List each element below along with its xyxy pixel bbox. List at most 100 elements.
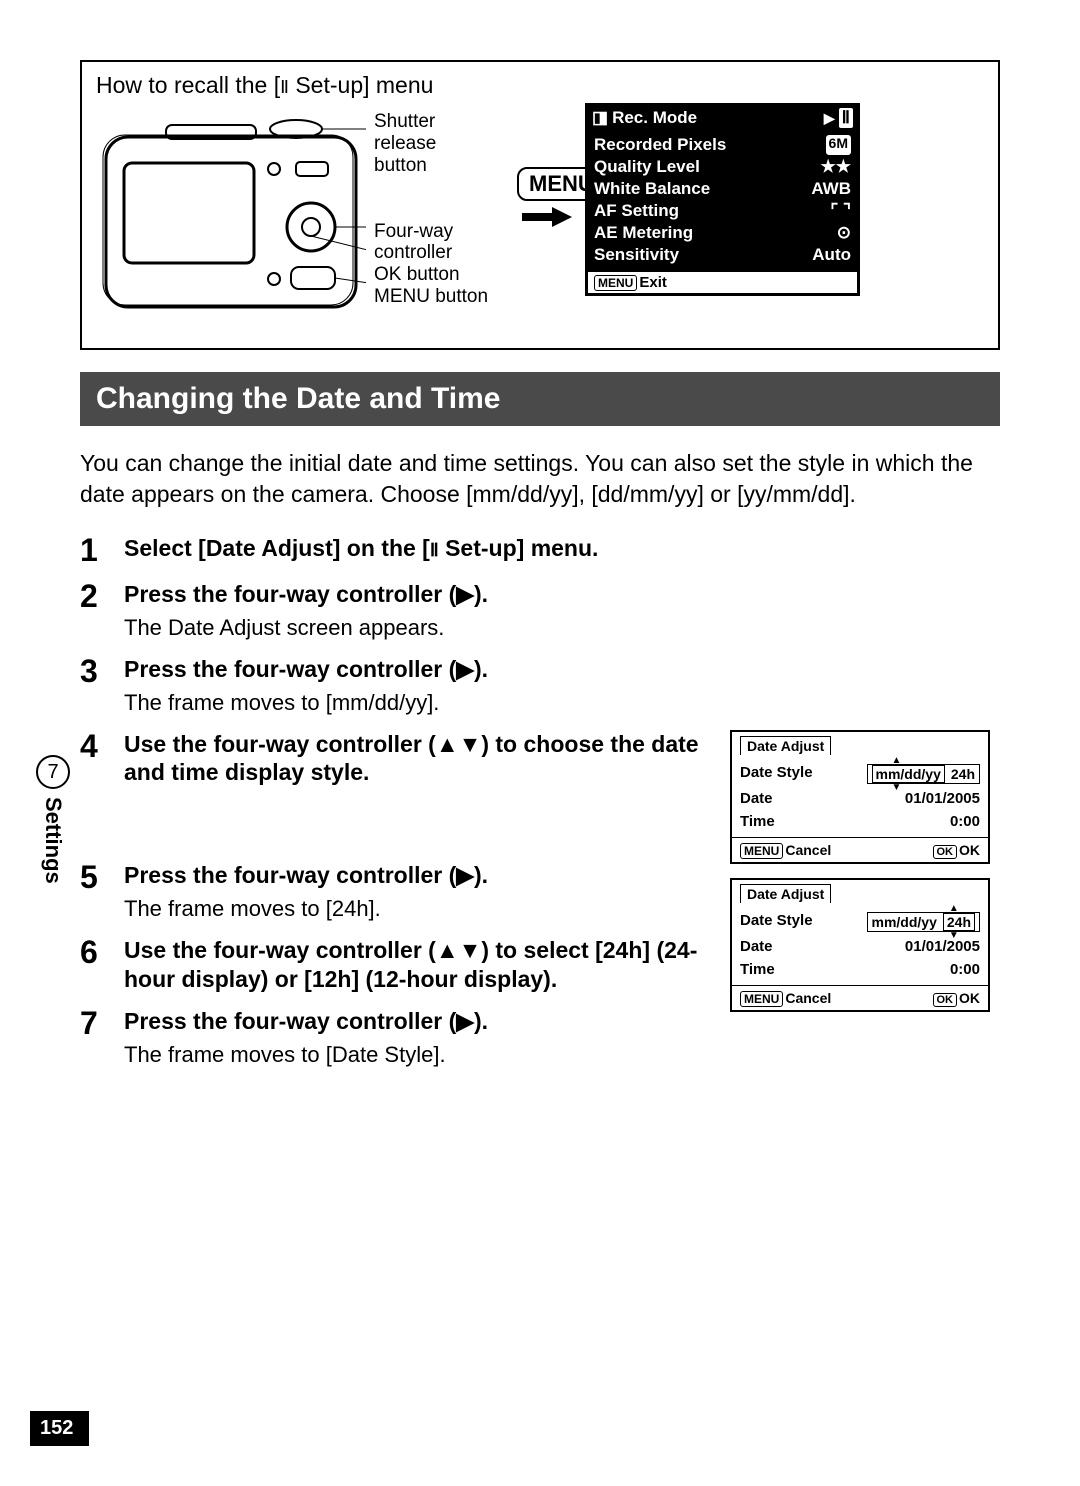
ok-label: OK [959, 990, 980, 1006]
date-style-selector: ▲ mm/dd/yy ▼ 24h [867, 764, 980, 784]
menu-chip: MENU [594, 275, 637, 291]
rec-row-label: White Balance [594, 179, 710, 199]
date-style-label: Date Style [740, 764, 813, 784]
callout-labels: Shutter release button Four-way controll… [374, 107, 509, 308]
step-title: Press the four-way controller (▶). [124, 655, 1000, 684]
rec-row-value: AWB [811, 179, 851, 199]
time-value: 0:00 [950, 813, 980, 830]
up-arrow-icon: ▲ [892, 755, 902, 766]
step-number: 6 [80, 936, 124, 968]
step-title: Use the four-way controller (▲▼) to sele… [124, 936, 716, 994]
date-value: 01/01/2005 [905, 938, 980, 955]
step-subtext: The frame moves to [mm/dd/yy]. [124, 690, 1000, 716]
down-arrow-icon: ▼ [892, 782, 902, 793]
step-number: 3 [80, 655, 124, 687]
side-tab: 7 Settings [36, 755, 70, 884]
step-7: 7 Press the four-way controller (▶). The… [80, 1007, 716, 1068]
rec-row-value: 6M [826, 135, 851, 155]
menu-arrow-col: MENU [517, 107, 577, 232]
menu-chip: MENU [740, 843, 783, 859]
callout-shutter-2: release [374, 133, 509, 155]
callout-shutter-3: button [374, 155, 509, 177]
af-icon: ⌜ ⌝ [830, 201, 851, 221]
down-arrow-icon: ▼ [949, 930, 959, 941]
time-label: Time [740, 961, 775, 978]
rec-row-label: Quality Level [594, 157, 700, 177]
step-title: Use the four-way controller (▲▼) to choo… [124, 730, 716, 788]
date-adjust-screen-b: Date Adjust Date Style mm/dd/yy ▲ 24h ▼ [730, 878, 990, 1012]
step-6: 6 Use the four-way controller (▲▼) to se… [80, 936, 716, 994]
menu-chip: MENU [740, 991, 783, 1007]
cancel-label: Cancel [785, 990, 831, 1006]
rec-row-label: Sensitivity [594, 245, 679, 265]
recall-menu-diagram: How to recall the [Ⅱ Set-up] menu [80, 60, 1000, 350]
step-number: 4 [80, 730, 124, 762]
date-style-selector: mm/dd/yy ▲ 24h ▼ [867, 912, 980, 932]
lcd-tab-title: Date Adjust [740, 884, 831, 903]
diagram-title: How to recall the [Ⅱ Set-up] menu [96, 72, 984, 99]
step-1: 1 Select [Date Adjust] on the [Ⅱ Set-up]… [80, 534, 1000, 566]
rec-row-label: AE Metering [594, 223, 693, 243]
triangle-right-icon: ▶ [824, 110, 835, 127]
date-label: Date [740, 938, 773, 955]
camera-icon: ◨ [592, 108, 608, 128]
step-title: Press the four-way controller (▶). [124, 580, 1000, 609]
intro-text: You can change the initial date and time… [80, 448, 1000, 510]
step-4: 4 Use the four-way controller (▲▼) to ch… [80, 730, 716, 788]
lcd-tab-title: Date Adjust [740, 736, 831, 755]
callout-shutter-1: Shutter [374, 111, 509, 133]
time-label: Time [740, 813, 775, 830]
steps-list: 1 Select [Date Adjust] on the [Ⅱ Set-up]… [80, 534, 1000, 1082]
hour-format-value: 24h [943, 913, 975, 931]
cancel-label: Cancel [785, 842, 831, 858]
ok-chip: OK [933, 993, 958, 1007]
step-number: 7 [80, 1007, 124, 1039]
date-style-label: Date Style [740, 912, 813, 932]
rec-row-label: Recorded Pixels [594, 135, 726, 155]
callout-fourway-1: Four-way [374, 221, 509, 243]
arrow-right-icon [522, 207, 572, 227]
date-value: 01/01/2005 [905, 790, 980, 807]
step-title: Press the four-way controller (▶). [124, 861, 716, 890]
metering-icon: ⊙ [837, 223, 851, 243]
page-number: 152 [30, 1411, 89, 1446]
step-subtext: The Date Adjust screen appears. [124, 615, 1000, 641]
time-value: 0:00 [950, 961, 980, 978]
section-heading: Changing the Date and Time [80, 372, 1000, 426]
setup-tab-icon: Ⅱ [839, 108, 853, 128]
date-label: Date [740, 790, 773, 807]
rec-row-value: ★★ [821, 157, 851, 177]
ok-chip: OK [933, 845, 958, 859]
setup-icon: Ⅱ [280, 77, 289, 97]
step-number: 5 [80, 861, 124, 893]
setup-icon: Ⅱ [430, 540, 439, 560]
date-style-value: mm/dd/yy [872, 765, 945, 783]
exit-label: Exit [639, 274, 667, 291]
rec-row-label: AF Setting [594, 201, 679, 221]
chapter-number-badge: 7 [36, 755, 70, 789]
hour-format-value: 24h [951, 766, 975, 782]
ok-label: OK [959, 842, 980, 858]
date-style-value: mm/dd/yy [872, 914, 937, 930]
rec-mode-screen: ◨ Rec. Mode ▶ Ⅱ Recorded Pixels 6M Qualit… [585, 103, 860, 296]
diagram-title-suffix: Set-up] menu [289, 72, 433, 98]
camera-illustration [96, 107, 366, 327]
step-subtext: The frame moves to [Date Style]. [124, 1042, 716, 1068]
diagram-title-prefix: How to recall the [ [96, 72, 280, 98]
step-subtext: The frame moves to [24h]. [124, 896, 716, 922]
step-5: 5 Press the four-way controller (▶). The… [80, 861, 716, 922]
callout-fourway-2: controller [374, 242, 509, 264]
rec-row-value: Auto [812, 245, 851, 265]
step-2: 2 Press the four-way controller (▶). The… [80, 580, 1000, 641]
chapter-label: Settings [40, 797, 66, 884]
step-number: 2 [80, 580, 124, 612]
callout-menu: MENU button [374, 286, 509, 308]
up-arrow-icon: ▲ [949, 903, 959, 914]
step-3: 3 Press the four-way controller (▶). The… [80, 655, 1000, 716]
step-number: 1 [80, 534, 124, 566]
date-adjust-screen-a: Date Adjust Date Style ▲ mm/dd/yy ▼ 24h [730, 730, 990, 864]
step-title: Press the four-way controller (▶). [124, 1007, 716, 1036]
step-title: Select [Date Adjust] on the [Ⅱ Set-up] m… [124, 534, 1000, 563]
rec-mode-title: Rec. Mode [612, 108, 697, 128]
callout-ok: OK button [374, 264, 509, 286]
